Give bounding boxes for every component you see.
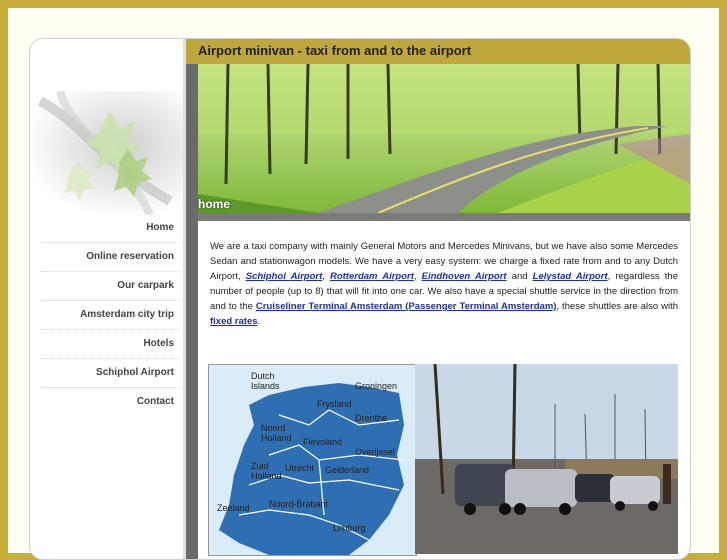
harbour-minivans-photo xyxy=(415,364,678,554)
netherlands-map-image: Dutch Islands Groningen Frysland Drenthe… xyxy=(208,364,417,556)
map-label-noord-holland: Noord Holland xyxy=(261,423,292,443)
separator-text: and xyxy=(506,271,533,282)
title-bar: Airport minivan - taxi from and to the a… xyxy=(186,39,690,64)
content-left-border xyxy=(186,64,198,559)
nav-item-online-reservation[interactable]: Online reservation xyxy=(40,243,180,272)
map-label-gelderland: Gelderland xyxy=(325,465,370,475)
site-container: Home Online reservation Our carpark Amst… xyxy=(29,38,691,560)
intro-text-end: . xyxy=(257,316,261,327)
map-label-dutch-islands: Dutch Islands xyxy=(251,371,280,391)
nav-item-schiphol-airport[interactable]: Schiphol Airport xyxy=(40,359,180,388)
separator-text: , xyxy=(413,271,422,282)
intro-paragraph: We are a taxi company with mainly Genera… xyxy=(210,239,678,329)
separator-text: , xyxy=(322,271,330,282)
map-label-zuid-holland: Zuid Holland xyxy=(251,461,282,481)
map-label-groningen: Groningen xyxy=(355,381,398,391)
intro-text-middle-2: , these shuttles are also with xyxy=(556,301,678,312)
map-label-utrecht: Utrecht xyxy=(285,463,315,473)
link-cruiseliner-terminal[interactable]: Cruiseliner Terminal Amsterdam (Passenge… xyxy=(256,301,557,312)
nav-item-home[interactable]: Home xyxy=(40,214,180,243)
section-label: home xyxy=(198,197,231,211)
map-label-frysland: Frysland xyxy=(317,399,352,409)
map-label-flevoland: Flevoland xyxy=(303,437,343,447)
map-label-drenthe: Drenthe xyxy=(355,413,388,423)
nav-item-hotels[interactable]: Hotels xyxy=(40,330,180,359)
map-label-overijssel: Overijssel xyxy=(355,447,395,457)
link-lelystad-airport[interactable]: Lelystad Airport xyxy=(533,271,608,282)
page-title: Airport minivan - taxi from and to the a… xyxy=(198,43,472,58)
nav-item-amsterdam-city-trip[interactable]: Amsterdam city trip xyxy=(40,301,180,330)
forest-road-banner-image xyxy=(198,64,690,213)
link-schiphol-airport[interactable]: Schiphol Airport xyxy=(246,271,323,282)
nav-item-contact[interactable]: Contact xyxy=(40,388,180,416)
main-navigation: Home Online reservation Our carpark Amst… xyxy=(40,214,180,416)
link-fixed-rates[interactable]: fixed rates xyxy=(210,316,258,327)
left-column: Home Online reservation Our carpark Amst… xyxy=(30,39,185,559)
banner-underline xyxy=(198,213,690,221)
nav-item-our-carpark[interactable]: Our carpark xyxy=(40,272,180,301)
map-label-limburg: Limburg xyxy=(333,523,366,533)
link-eindhoven-airport[interactable]: Eindhoven Airport xyxy=(422,271,507,282)
map-label-zeeland: Zeeland xyxy=(217,503,250,513)
map-label-noord-brabant: Noord-Brabant xyxy=(269,499,329,509)
leaf-decoration-image xyxy=(30,91,185,215)
link-rotterdam-airport[interactable]: Rotterdam Airport xyxy=(330,271,414,282)
